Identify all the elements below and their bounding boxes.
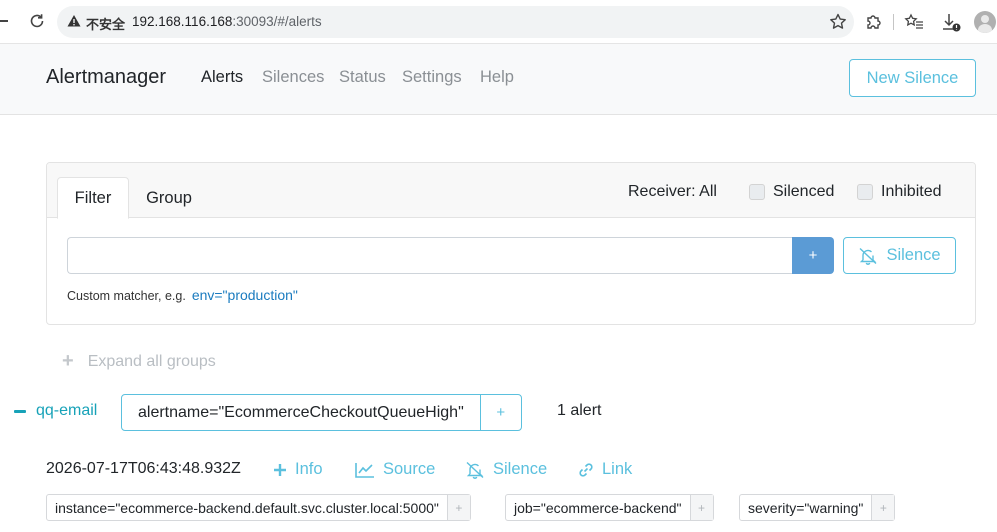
navbar: Alertmanager Alerts Silences Status Sett…	[0, 44, 997, 115]
inhibited-checkbox[interactable]	[857, 184, 873, 200]
hint-text: Custom matcher, e.g.	[67, 289, 186, 303]
expand-all-label: Expand all groups	[87, 352, 216, 370]
alert-label-severity[interactable]: severity="warning"	[740, 495, 873, 520]
expand-all-groups-button[interactable]: + Expand all groups	[62, 350, 216, 373]
silenced-label[interactable]: Silenced	[773, 183, 834, 201]
plus-icon: +	[62, 350, 74, 372]
group-receiver: qq-email	[36, 402, 98, 419]
alert-timestamp: 2026-07-17T06:43:48.932Z	[46, 460, 241, 477]
alert-silence-label: Silence	[493, 460, 548, 478]
new-silence-button[interactable]: New Silence	[849, 59, 976, 97]
alert-label-add-button[interactable]: +	[872, 495, 895, 520]
group-label-chip: alertname="EcommerceCheckoutQueueHigh" +	[121, 394, 522, 431]
address-bar[interactable]: 不安全 192.168.116.168:30093/#/alerts	[57, 6, 854, 38]
matcher-input[interactable]	[67, 237, 793, 274]
alert-label-add-button[interactable]: +	[690, 495, 713, 520]
insecure-label: 不安全	[86, 17, 126, 32]
brand-title[interactable]: Alertmanager	[46, 66, 166, 89]
source-label: Source	[383, 460, 436, 478]
url-path: :30093/#/alerts	[232, 14, 322, 29]
back-button-fragment[interactable]	[0, 20, 8, 22]
inhibited-label[interactable]: Inhibited	[881, 183, 942, 201]
nav-status[interactable]: Status	[339, 68, 386, 87]
alert-silence-button[interactable]: Silence	[465, 460, 547, 479]
nav-help[interactable]: Help	[480, 68, 514, 87]
nav-settings[interactable]: Settings	[402, 68, 462, 87]
minus-icon	[14, 409, 26, 413]
info-button[interactable]: Info	[273, 460, 323, 479]
hint-example: env="production"	[191, 287, 298, 303]
warning-icon	[67, 15, 81, 27]
alert-label-chip: severity="warning" +	[739, 494, 896, 521]
tab-filter[interactable]: Filter	[57, 177, 129, 219]
alert-label-instance[interactable]: instance="ecommerce-backend.default.svc.…	[47, 495, 448, 520]
downloads-icon[interactable]	[940, 11, 962, 33]
info-label: Info	[295, 460, 323, 478]
filter-card-header: Filter Group Receiver: All Silenced Inhi…	[47, 163, 975, 219]
bell-slash-icon	[466, 461, 484, 479]
reload-icon[interactable]	[26, 10, 48, 32]
url-host: 192.168.116.168	[132, 14, 233, 29]
url-text: 192.168.116.168:30093/#/alerts	[132, 14, 322, 29]
nav-alerts[interactable]: Alerts	[201, 68, 243, 87]
add-matcher-button[interactable]: +	[792, 237, 834, 274]
bookmark-star-icon[interactable]	[828, 12, 848, 32]
receiver-dropdown[interactable]: Receiver: All	[628, 183, 717, 201]
link-label: Link	[602, 460, 633, 478]
extensions-icon[interactable]	[862, 11, 884, 33]
link-button[interactable]: Link	[578, 460, 632, 479]
silenced-checkbox[interactable]	[749, 184, 765, 200]
filter-card: Filter Group Receiver: All Silenced Inhi…	[46, 162, 976, 325]
plus-icon	[274, 463, 286, 476]
group-label-text[interactable]: alertname="EcommerceCheckoutQueueHigh"	[122, 395, 481, 430]
filter-silence-button[interactable]: Silence	[843, 237, 956, 274]
bell-slash-icon	[859, 247, 877, 265]
alert-label-chip: instance="ecommerce-backend.default.svc.…	[46, 494, 471, 521]
nav-silences[interactable]: Silences	[262, 68, 324, 87]
alert-label-add-button[interactable]: +	[447, 495, 470, 520]
alert-label-job[interactable]: job="ecommerce-backend"	[506, 495, 691, 520]
toolbar-separator	[893, 14, 894, 30]
group-label-add-button[interactable]: +	[481, 395, 521, 430]
source-button[interactable]: Source	[355, 460, 435, 479]
link-icon	[579, 462, 593, 477]
browser-toolbar: 不安全 192.168.116.168:30093/#/alerts	[0, 0, 997, 44]
favorites-icon[interactable]	[903, 11, 925, 33]
profile-avatar[interactable]	[974, 11, 996, 33]
chart-line-icon	[355, 462, 374, 478]
tab-group[interactable]: Group	[135, 177, 203, 219]
matcher-hint: Custom matcher, e.g. env="production"	[67, 287, 298, 303]
alert-label-chip: job="ecommerce-backend" +	[505, 494, 714, 521]
alert-count: 1 alert	[557, 402, 602, 419]
collapse-group-button[interactable]: qq-email	[14, 402, 97, 420]
filter-silence-label: Silence	[886, 246, 941, 264]
